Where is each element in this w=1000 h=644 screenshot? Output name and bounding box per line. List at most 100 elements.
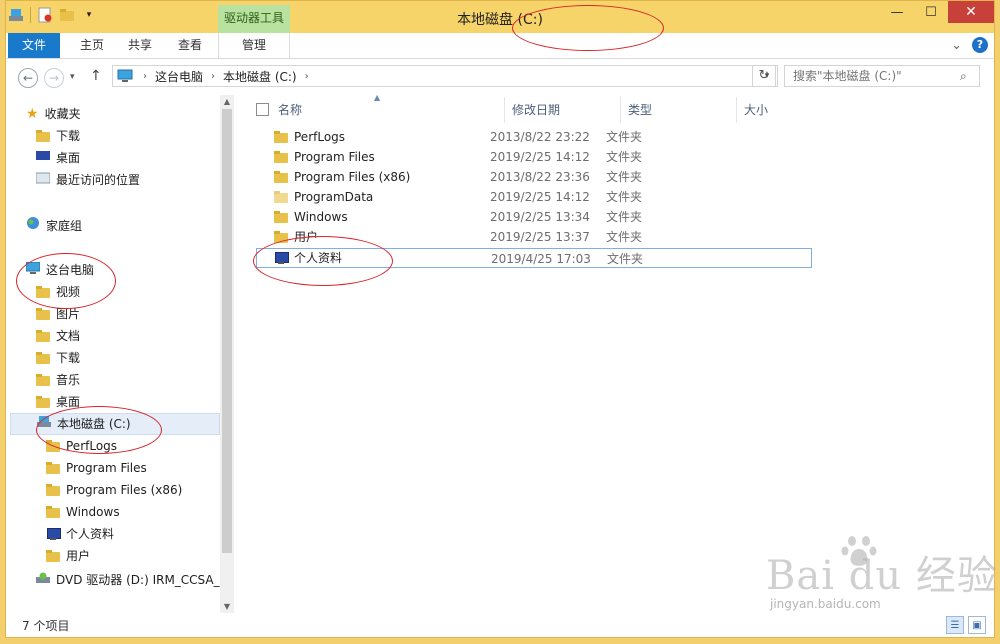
column-divider[interactable] [620, 97, 621, 123]
search-input[interactable] [784, 65, 980, 87]
file-name-cell: 个人资料 [257, 249, 491, 267]
select-all-checkbox[interactable] [256, 103, 269, 116]
nav-label: 这台电脑 [46, 263, 95, 277]
downloads-folder-icon [36, 352, 50, 364]
quick-access-toolbar: ▾ [8, 7, 97, 23]
nav-pc-pictures[interactable]: 图片 [36, 303, 80, 325]
forward-button[interactable]: → [44, 68, 64, 88]
column-header-date[interactable]: 修改日期 [512, 99, 560, 121]
folder-icon [274, 151, 288, 163]
nav-disk-program-files-x86[interactable]: Program Files (x86) [46, 479, 182, 501]
file-type: 文件夹 [606, 230, 643, 244]
tab-home[interactable]: 主页 [70, 33, 114, 58]
nav-disk-personal-data[interactable]: 个人资料 [46, 523, 114, 545]
nav-scrollbar[interactable]: ▲ ▼ [220, 95, 234, 613]
scroll-down-arrow-icon[interactable]: ▼ [220, 602, 234, 611]
nav-local-disk[interactable]: 本地磁盘 (C:) [10, 413, 220, 435]
folder-icon [46, 462, 60, 474]
scrollbar-thumb[interactable] [222, 109, 232, 553]
file-row[interactable]: 用户 2019/2/25 13:37 文件夹 [256, 227, 812, 247]
minimize-button[interactable]: — [880, 1, 914, 23]
nav-label: 下载 [56, 129, 81, 143]
nav-pc-videos[interactable]: 视频 [36, 281, 80, 303]
sort-ascending-icon: ▲ [374, 93, 381, 102]
nav-disk-users[interactable]: 用户 [46, 545, 90, 567]
nav-disk-program-files[interactable]: Program Files [46, 457, 147, 479]
file-date: 2019/2/25 13:34 [490, 210, 590, 224]
recent-locations-dropdown[interactable]: ▾ [70, 72, 75, 82]
address-bar[interactable]: › 这台电脑 › 本地磁盘 (C:) › ▾ [112, 65, 778, 87]
window-title: 本地磁盘 (C:) [457, 12, 543, 28]
breadcrumb-this-pc[interactable]: 这台电脑 [155, 68, 203, 85]
nav-pc-downloads[interactable]: 下载 [36, 347, 80, 369]
customize-qat-icon[interactable]: ▾ [81, 7, 97, 23]
file-row[interactable]: Program Files 2019/2/25 14:12 文件夹 [256, 147, 812, 167]
nav-pc-music[interactable]: 音乐 [36, 369, 80, 391]
nav-pc-desktop[interactable]: 桌面 [36, 391, 80, 413]
file-date: 2013/8/22 23:36 [490, 170, 590, 184]
nav-this-pc[interactable]: 这台电脑 [25, 259, 95, 281]
close-button[interactable]: ✕ [948, 1, 994, 23]
file-row-selected[interactable]: 个人资料 2019/4/25 17:03 文件夹 [256, 248, 812, 268]
large-icons-view-icon[interactable]: ▣ [968, 616, 986, 634]
file-name: Program Files [294, 150, 375, 164]
nav-favorites[interactable]: ★ 收藏夹 [26, 103, 81, 125]
up-button[interactable]: ↑ [90, 68, 102, 84]
nav-dvd-drive[interactable]: DVD 驱动器 (D:) IRM_CCSA_X [36, 569, 220, 591]
breadcrumb-chevron-icon[interactable]: › [305, 71, 309, 82]
folder-icon [46, 440, 60, 452]
column-header-name[interactable]: 名称 [278, 99, 302, 121]
nav-disk-perflogs[interactable]: PerfLogs [46, 435, 117, 457]
folder-icon [46, 484, 60, 496]
documents-folder-icon [36, 330, 50, 342]
pictures-folder-icon [36, 308, 50, 320]
new-folder-icon[interactable] [59, 7, 75, 23]
nav-favorites-downloads[interactable]: 下载 [36, 125, 80, 147]
nav-label: 家庭组 [46, 219, 83, 233]
folder-icon [274, 171, 288, 183]
ribbon-tabs: 文件 主页 共享 查看 管理 ⌄ ? [6, 33, 994, 59]
expand-ribbon-icon[interactable]: ⌄ [951, 38, 962, 53]
column-header-size[interactable]: 大小 [744, 99, 768, 121]
computer-icon [117, 69, 135, 83]
nav-label: 本地磁盘 (C:) [57, 417, 131, 431]
breadcrumb-chevron-icon[interactable]: › [211, 71, 215, 82]
column-divider[interactable] [736, 97, 737, 123]
file-row[interactable]: Windows 2019/2/25 13:34 文件夹 [256, 207, 812, 227]
breadcrumb-local-disk[interactable]: 本地磁盘 (C:) [223, 68, 297, 85]
tab-share[interactable]: 共享 [118, 33, 162, 58]
nav-disk-windows[interactable]: Windows [46, 501, 120, 523]
drive-tools-context-tab[interactable]: 驱动器工具 [218, 5, 290, 33]
nav-favorites-recent[interactable]: 最近访问的位置 [35, 169, 140, 191]
nav-favorites-desktop[interactable]: 桌面 [36, 147, 80, 169]
file-row[interactable]: PerfLogs 2013/8/22 23:22 文件夹 [256, 127, 812, 147]
nav-homegroup[interactable]: 家庭组 [26, 215, 82, 237]
folder-icon [274, 191, 288, 203]
nav-pc-documents[interactable]: 文档 [36, 325, 80, 347]
tab-manage[interactable]: 管理 [218, 33, 290, 58]
file-name-cell: Windows [256, 207, 490, 227]
column-header-type[interactable]: 类型 [628, 99, 652, 121]
help-icon[interactable]: ? [972, 37, 988, 53]
tab-file[interactable]: 文件 [8, 33, 60, 58]
nav-label: 桌面 [56, 151, 81, 165]
file-name-cell: Program Files (x86) [256, 167, 490, 187]
file-row[interactable]: Program Files (x86) 2013/8/22 23:36 文件夹 [256, 167, 812, 187]
folder-icon [274, 211, 288, 223]
properties-icon[interactable] [37, 7, 53, 23]
search-icon[interactable]: ⌕ [960, 69, 967, 84]
tab-view[interactable]: 查看 [168, 33, 212, 58]
nav-label: 桌面 [56, 395, 81, 409]
column-divider[interactable] [504, 97, 505, 123]
file-type: 文件夹 [606, 170, 643, 184]
watermark-text: Bai du 经验 [766, 553, 998, 599]
refresh-button[interactable]: ↻ [752, 65, 776, 87]
breadcrumb-chevron-icon[interactable]: › [143, 71, 147, 82]
scroll-up-arrow-icon[interactable]: ▲ [220, 97, 234, 106]
file-row[interactable]: ProgramData 2019/2/25 14:12 文件夹 [256, 187, 812, 207]
monitor-icon [46, 528, 61, 540]
file-name: Program Files (x86) [294, 170, 411, 184]
back-button[interactable]: ← [18, 68, 38, 88]
drive-icon[interactable] [8, 7, 24, 23]
maximize-button[interactable]: ☐ [914, 1, 948, 23]
